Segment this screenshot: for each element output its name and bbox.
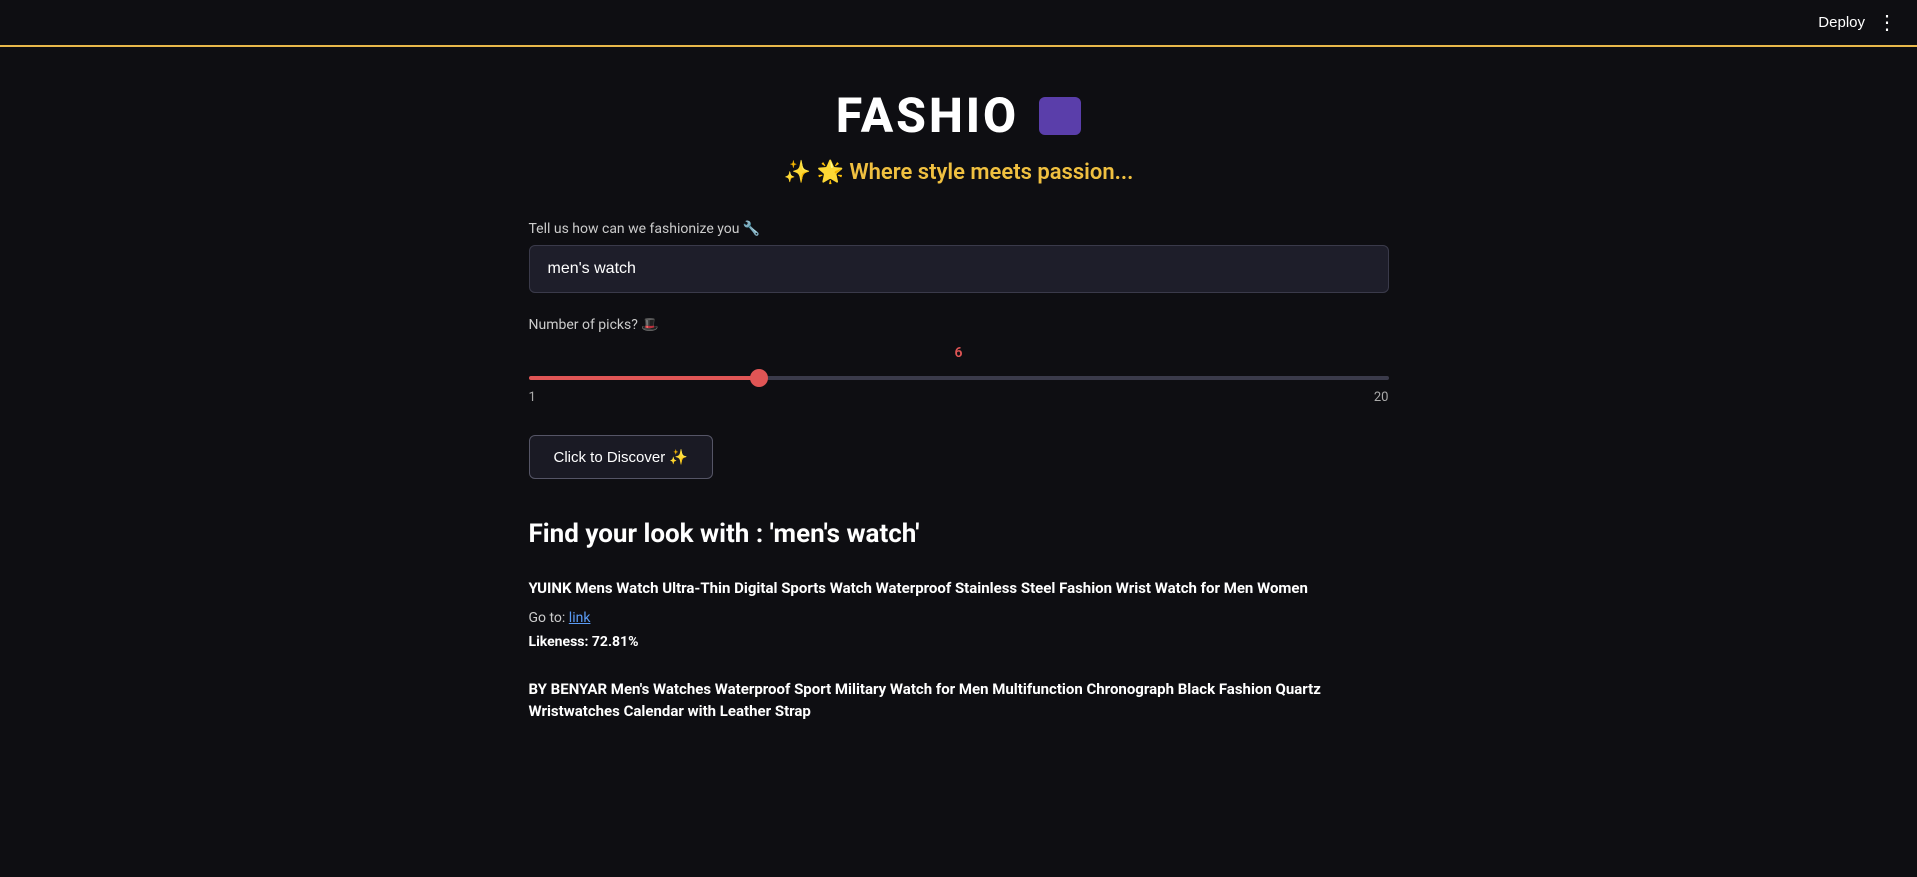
slider-value-display: 6 [529,345,1389,361]
slider-range-labels: 1 20 [529,390,1389,405]
top-bar-right: Deploy ⋮ [1818,10,1897,35]
discover-button[interactable]: Click to Discover ✨ [529,435,714,479]
result-link-1[interactable]: link [569,610,591,626]
result-item-1: YUINK Mens Watch Ultra-Thin Digital Spor… [529,577,1389,650]
more-menu-button[interactable]: ⋮ [1877,10,1897,35]
main-content: FASHIO ✨ 🌟 Where style meets passion... … [509,47,1409,791]
slider-section: Number of picks? 🎩 6 1 20 [529,317,1389,405]
slider-max-label: 20 [1374,390,1389,405]
deploy-button[interactable]: Deploy [1818,14,1865,31]
search-input[interactable] [529,245,1389,293]
app-title-text: FASHIO [836,87,1019,144]
app-title: FASHIO [529,87,1389,144]
slider-container [529,365,1389,384]
top-bar: Deploy ⋮ [0,0,1917,47]
result-title-1: YUINK Mens Watch Ultra-Thin Digital Spor… [529,577,1389,600]
slider-label: Number of picks? 🎩 [529,317,1389,333]
picks-slider[interactable] [529,376,1389,380]
go-to-label-1: Go to: [529,610,566,626]
results-heading: Find your look with : 'men's watch' [529,519,1389,549]
input-label: Tell us how can we fashionize you 🔧 [529,221,1389,237]
result-link-row-1: Go to: link [529,610,1389,626]
result-item-2: BY BENYAR Men's Watches Waterproof Sport… [529,678,1389,723]
result-title-2: BY BENYAR Men's Watches Waterproof Sport… [529,678,1389,723]
app-tagline: ✨ 🌟 Where style meets passion... [529,160,1389,185]
hat-icon [1039,97,1081,135]
slider-min-label: 1 [529,390,536,405]
result-likeness-1: Likeness: 72.81% [529,634,1389,650]
